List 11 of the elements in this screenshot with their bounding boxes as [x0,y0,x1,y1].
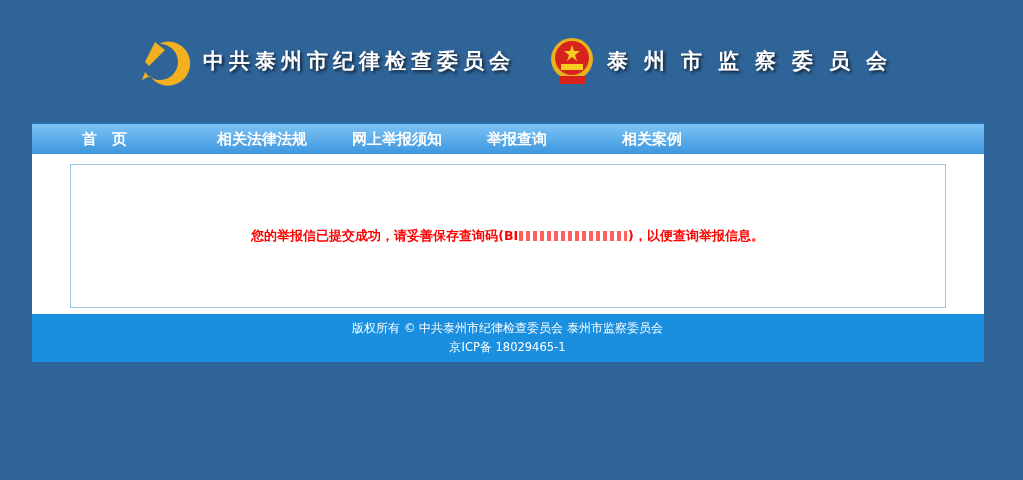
site-title: 泰州市监察委员会 [606,48,903,75]
footer-text: 京ICP备 18029465-1 [449,340,566,355]
footer-text: 版权所有 © 中共泰州市纪律检查委员会 泰州市监察委员会 [352,321,663,336]
site-title: 中共泰州市纪律检查委员会 [202,48,515,75]
nav-link[interactable]: 相关案例 [621,129,757,149]
nav-link[interactable]: 首 页 [81,129,217,149]
emblem-icon [548,36,595,86]
nav-link[interactable]: 网上举报须知 [351,129,487,149]
nav-link[interactable]: 举报查询 [486,129,622,149]
success-message: 您的举报信已提交成功，请妥善保存查询码(BI )，以便查询举报信息。 [251,227,764,245]
nav-link[interactable]: 相关法律法规 [216,129,352,149]
